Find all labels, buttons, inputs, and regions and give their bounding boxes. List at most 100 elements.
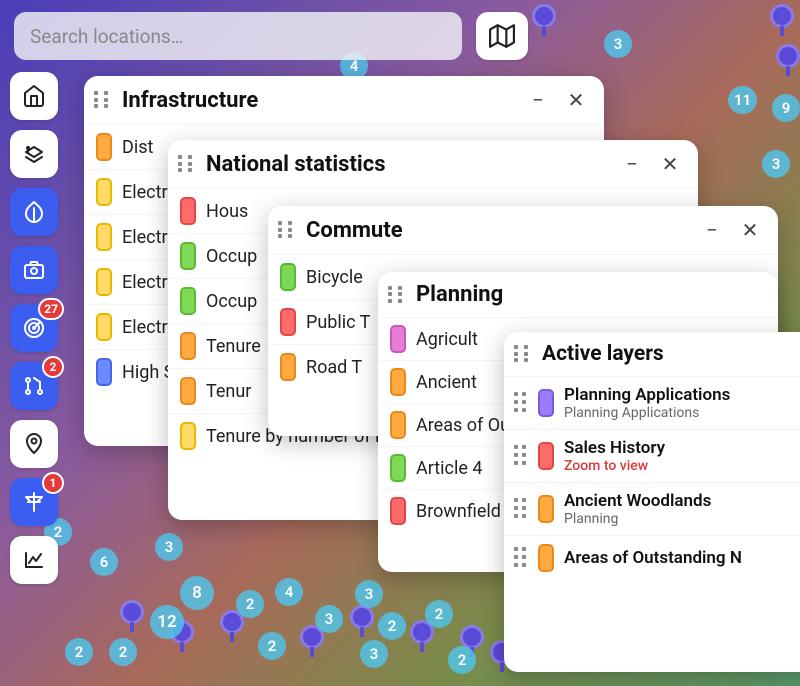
git-icon — [22, 374, 46, 398]
tool-git[interactable]: 2 — [10, 362, 58, 410]
drag-handle[interactable] — [514, 498, 528, 520]
active-layer-name: Ancient Woodlands — [564, 491, 711, 511]
layer-label: Hous — [206, 201, 248, 222]
color-chip — [180, 377, 196, 405]
drag-handle[interactable] — [514, 345, 532, 363]
panel-title: Infrastructure — [122, 88, 514, 113]
panel-title: Active layers — [542, 342, 800, 366]
layer-label: Tenur — [206, 381, 251, 402]
layers-icon — [22, 142, 46, 166]
cluster-bubble[interactable]: 6 — [90, 548, 118, 576]
cluster-bubble[interactable]: 8 — [180, 576, 214, 610]
cluster-bubble[interactable]: 2 — [258, 632, 286, 660]
layer-label: Occup — [206, 246, 257, 267]
left-toolbar: 27 2 1 — [10, 72, 58, 584]
panel-active-layers: Active layers Planning ApplicationsPlann… — [504, 332, 800, 672]
color-chip — [96, 313, 112, 341]
drag-handle[interactable] — [278, 221, 296, 239]
tool-pylon[interactable]: 1 — [10, 478, 58, 526]
color-chip — [96, 358, 112, 386]
layer-label: Occup — [206, 291, 257, 312]
active-layer-name: Planning Applications — [564, 385, 730, 405]
panel-title: Planning — [416, 282, 764, 307]
cluster-bubble[interactable]: 2 — [448, 646, 476, 674]
active-layer-row[interactable]: Planning ApplicationsPlanning Applicatio… — [504, 376, 800, 429]
close-button[interactable]: ✕ — [656, 150, 684, 178]
active-layer-sub: Zoom to view — [564, 458, 665, 474]
tool-layers[interactable] — [10, 130, 58, 178]
layer-label: Road T — [306, 357, 362, 378]
tool-camera[interactable] — [10, 246, 58, 294]
search-bar[interactable] — [14, 12, 462, 60]
home-icon — [22, 84, 46, 108]
color-chip — [538, 544, 554, 572]
pin-icon — [22, 432, 46, 456]
cluster-bubble[interactable]: 2 — [425, 600, 453, 628]
cluster-bubble[interactable]: 9 — [772, 94, 800, 122]
color-chip — [180, 332, 196, 360]
search-input[interactable] — [30, 25, 446, 48]
color-chip — [96, 133, 112, 161]
drag-handle[interactable] — [514, 445, 528, 467]
color-chip — [280, 308, 296, 336]
active-layer-sub: Planning — [564, 511, 711, 527]
color-chip — [538, 389, 554, 417]
color-chip — [390, 368, 406, 396]
close-button[interactable]: ✕ — [736, 216, 764, 244]
drag-handle[interactable] — [388, 286, 406, 304]
cluster-bubble[interactable]: 3 — [155, 533, 183, 561]
pylon-icon — [22, 490, 46, 514]
color-chip — [390, 411, 406, 439]
tool-home[interactable] — [10, 72, 58, 120]
tool-radar[interactable]: 27 — [10, 304, 58, 352]
layer-label: Brownfield — [416, 501, 501, 522]
cluster-bubble[interactable]: 2 — [236, 590, 264, 618]
badge-count: 27 — [38, 298, 64, 320]
cluster-bubble[interactable]: 2 — [65, 638, 93, 666]
minimize-button[interactable]: − — [698, 216, 726, 244]
drag-handle[interactable] — [514, 392, 528, 414]
map-style-button[interactable] — [476, 12, 528, 60]
drag-handle[interactable] — [514, 547, 528, 569]
cluster-bubble[interactable]: 12 — [150, 605, 184, 639]
color-chip — [538, 442, 554, 470]
cluster-bubble[interactable]: 3 — [762, 150, 790, 178]
active-layer-row[interactable]: Areas of Outstanding N — [504, 535, 800, 580]
drag-handle[interactable] — [94, 91, 112, 109]
chart-icon — [22, 548, 46, 572]
cluster-bubble[interactable]: 3 — [604, 30, 632, 58]
cluster-bubble[interactable]: 3 — [355, 580, 383, 608]
badge-count: 1 — [42, 472, 64, 494]
color-chip — [180, 197, 196, 225]
cluster-bubble[interactable]: 4 — [275, 578, 303, 606]
active-layer-row[interactable]: Ancient WoodlandsPlanning — [504, 482, 800, 535]
active-layer-sub: Planning Applications — [564, 405, 730, 421]
color-chip — [390, 497, 406, 525]
tool-pin[interactable] — [10, 420, 58, 468]
cluster-bubble[interactable]: 2 — [109, 638, 137, 666]
close-button[interactable]: ✕ — [562, 86, 590, 114]
cluster-bubble[interactable]: 2 — [378, 612, 406, 640]
tool-chart[interactable] — [10, 536, 58, 584]
layer-label: Dist — [122, 137, 153, 158]
active-layer-name: Areas of Outstanding N — [564, 548, 742, 568]
color-chip — [180, 242, 196, 270]
cluster-bubble[interactable]: 11 — [728, 86, 757, 114]
cluster-bubble[interactable]: 3 — [315, 605, 343, 633]
color-chip — [180, 287, 196, 315]
minimize-button[interactable]: − — [524, 86, 552, 114]
color-chip — [280, 263, 296, 291]
color-chip — [538, 495, 554, 523]
color-chip — [96, 268, 112, 296]
color-chip — [96, 178, 112, 206]
active-layer-row[interactable]: Sales HistoryZoom to view — [504, 429, 800, 482]
tool-leaf[interactable] — [10, 188, 58, 236]
minimize-button[interactable]: − — [618, 150, 646, 178]
panel-title: National statistics — [206, 152, 608, 177]
cluster-bubble[interactable]: 3 — [360, 640, 388, 668]
layer-label: Ancient — [416, 372, 477, 393]
color-chip — [390, 454, 406, 482]
drag-handle[interactable] — [178, 155, 196, 173]
layer-label: Tenure — [206, 336, 261, 357]
badge-count: 2 — [42, 356, 64, 378]
